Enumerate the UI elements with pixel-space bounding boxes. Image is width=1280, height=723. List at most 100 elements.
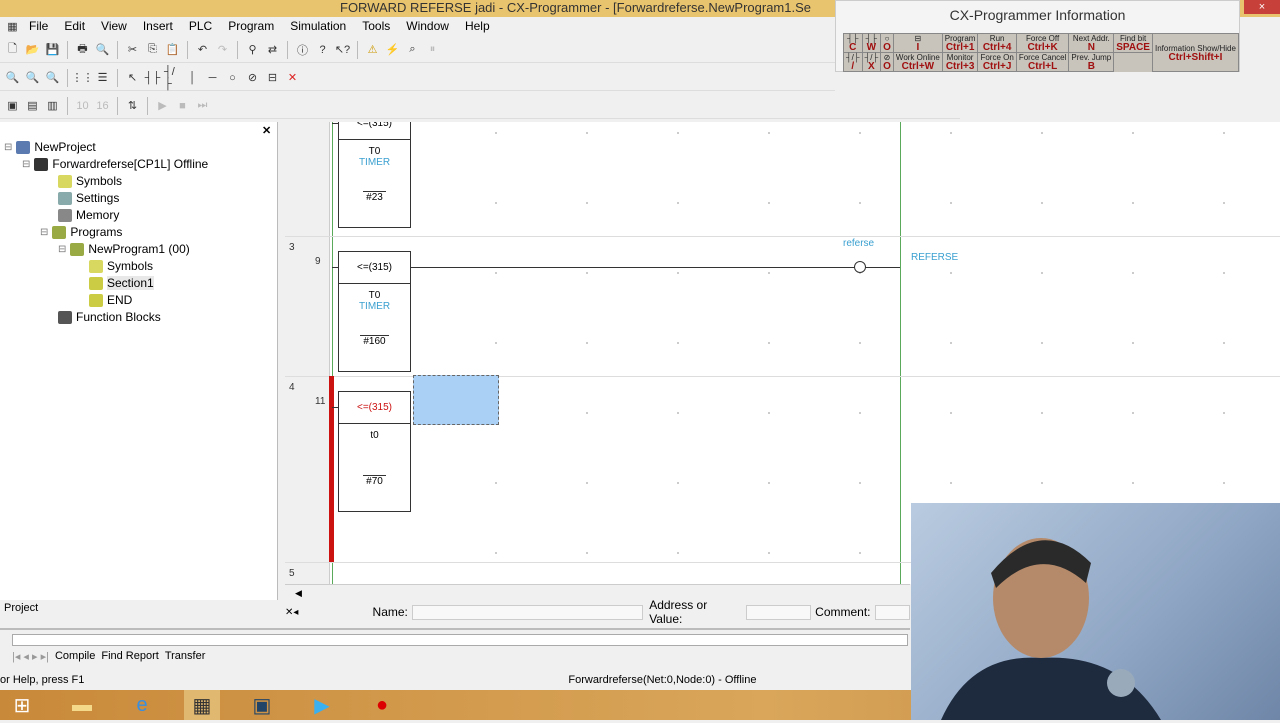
- online-icon[interactable]: ⚡: [384, 41, 401, 58]
- internet-explorer-icon[interactable]: e: [124, 690, 160, 720]
- tab-transfer[interactable]: Transfer: [165, 650, 206, 663]
- menu-view[interactable]: View: [93, 19, 135, 33]
- menu-tools[interactable]: Tools: [354, 19, 398, 33]
- cell-cursor[interactable]: [413, 375, 499, 425]
- find-icon[interactable]: ⚲: [244, 41, 261, 58]
- address-field[interactable]: [746, 604, 812, 620]
- tree-item[interactable]: Section1: [89, 276, 154, 290]
- delete-icon[interactable]: ✕: [284, 69, 301, 86]
- copy-icon[interactable]: ⎘: [144, 41, 161, 58]
- stop-icon[interactable]: ■: [174, 97, 191, 114]
- tab-compile[interactable]: Compile: [55, 650, 95, 663]
- windows-start-icon[interactable]: ⊞: [4, 690, 40, 720]
- tree-item[interactable]: ⊟ Forwardreferse[CP1L] Offline: [22, 157, 208, 171]
- print-icon[interactable]: 🖶: [74, 41, 91, 58]
- grid-icon[interactable]: ⋮⋮: [72, 69, 94, 86]
- tab-nav-icon[interactable]: |◂ ◂ ▸ ▸|: [12, 650, 49, 663]
- grid-dot: [768, 412, 770, 414]
- play-icon[interactable]: ▶: [154, 97, 171, 114]
- context-help-icon[interactable]: ↖?: [334, 41, 351, 58]
- symbol-properties-bar: ✕◂ Name: Address or Value: Comment:: [285, 598, 910, 626]
- coil-nc-icon[interactable]: ⊘: [244, 69, 261, 86]
- comment-field[interactable]: [874, 604, 910, 620]
- open-icon[interactable]: 📂: [24, 41, 41, 58]
- select-icon[interactable]: ↖: [124, 69, 141, 86]
- cx-designer-icon[interactable]: ▣: [244, 690, 280, 720]
- file-explorer-icon[interactable]: ▬: [64, 690, 100, 720]
- save-icon[interactable]: 💾: [44, 41, 61, 58]
- coil-icon[interactable]: ○: [224, 69, 241, 86]
- collapse-icon[interactable]: ⊟: [58, 244, 66, 255]
- close-icon[interactable]: ✕◂: [285, 607, 315, 618]
- dec-icon[interactable]: 10: [74, 97, 91, 114]
- project-window-icon[interactable]: ▣: [4, 97, 21, 114]
- replace-icon[interactable]: ⇄: [264, 41, 281, 58]
- watch-icon[interactable]: ▤: [24, 97, 41, 114]
- warning-icon[interactable]: ⚠: [364, 41, 381, 58]
- zoom-in-icon[interactable]: 🔍: [24, 69, 41, 86]
- close-button[interactable]: ×: [1244, 0, 1280, 14]
- zoom-fit-icon[interactable]: 🔍: [44, 69, 61, 86]
- redo-icon[interactable]: ↷: [214, 41, 231, 58]
- contact-no-icon[interactable]: ┤├: [144, 69, 161, 86]
- horizontal-scrollbar[interactable]: ◀: [285, 584, 910, 598]
- grid-dot: [768, 342, 770, 344]
- print-preview-icon[interactable]: 🔍: [94, 41, 111, 58]
- collapse-icon[interactable]: ⊟: [22, 159, 30, 170]
- recorder-icon[interactable]: ●: [364, 690, 400, 720]
- zoom-icon[interactable]: 🔍: [4, 69, 21, 86]
- tree-item[interactable]: Settings: [58, 191, 119, 205]
- menu-insert[interactable]: Insert: [135, 19, 181, 33]
- compare-instruction: <=(315) t0 #70: [338, 391, 411, 512]
- comments-icon[interactable]: ☰: [94, 69, 111, 86]
- tab-project[interactable]: Project: [4, 602, 38, 614]
- menu-file[interactable]: File: [21, 19, 56, 33]
- paste-icon[interactable]: 📋: [164, 41, 181, 58]
- transfer-icon[interactable]: ⇅: [124, 97, 141, 114]
- cx-programmer-icon[interactable]: ▦: [184, 690, 220, 720]
- tree-item[interactable]: ⊟ NewProject: [4, 140, 96, 154]
- collapse-icon[interactable]: ⊟: [4, 142, 12, 153]
- contact-nc-icon[interactable]: ┤/├: [164, 66, 181, 90]
- tree-item[interactable]: Symbols: [89, 259, 153, 273]
- new-icon[interactable]: 🗋: [4, 41, 21, 58]
- step-icon[interactable]: ⏭: [194, 97, 211, 114]
- about-icon[interactable]: ⓘ: [294, 41, 311, 58]
- tree-item[interactable]: ⊟ Programs: [40, 225, 122, 239]
- menu-plc[interactable]: PLC: [181, 19, 220, 33]
- compare-value: #160: [360, 335, 389, 347]
- tree-item[interactable]: Function Blocks: [58, 310, 161, 324]
- horizontal-icon[interactable]: ─: [204, 69, 221, 86]
- tab-find-report[interactable]: Find Report: [101, 650, 158, 663]
- undo-icon[interactable]: ↶: [194, 41, 211, 58]
- menu-help[interactable]: Help: [457, 19, 498, 33]
- tree-item[interactable]: END: [89, 293, 132, 307]
- grid-dot: [1041, 412, 1043, 414]
- help-icon[interactable]: ?: [314, 41, 331, 58]
- collapse-icon[interactable]: ⊟: [40, 227, 48, 238]
- tree-item[interactable]: Memory: [58, 208, 119, 222]
- grid-dot: [1223, 272, 1225, 274]
- vertical-icon[interactable]: │: [184, 69, 201, 86]
- menu-edit[interactable]: Edit: [56, 19, 93, 33]
- close-icon[interactable]: ✕: [262, 124, 271, 137]
- tree-item[interactable]: ⊟ NewProgram1 (00): [58, 242, 190, 256]
- grid-dot: [950, 342, 952, 344]
- grid-dot: [1041, 482, 1043, 484]
- grid-dot: [950, 482, 952, 484]
- monitor-icon[interactable]: ⌕: [404, 41, 421, 58]
- grid-dot: [677, 552, 679, 554]
- tree-item[interactable]: Symbols: [58, 174, 122, 188]
- pause-icon[interactable]: ⏸: [424, 41, 441, 58]
- hex-icon[interactable]: 16: [94, 97, 111, 114]
- cut-icon[interactable]: ✂: [124, 41, 141, 58]
- menu-window[interactable]: Window: [398, 19, 457, 33]
- menu-program[interactable]: Program: [220, 19, 282, 33]
- output-icon[interactable]: ▥: [44, 97, 61, 114]
- name-field[interactable]: [411, 604, 644, 620]
- app-icon[interactable]: ▦: [4, 18, 21, 35]
- media-player-icon[interactable]: ▶: [304, 690, 340, 720]
- instruction-icon[interactable]: ⊟: [264, 69, 281, 86]
- menu-simulation[interactable]: Simulation: [282, 19, 354, 33]
- shortcut-force-on: Force On Ctrl+J: [977, 52, 1017, 72]
